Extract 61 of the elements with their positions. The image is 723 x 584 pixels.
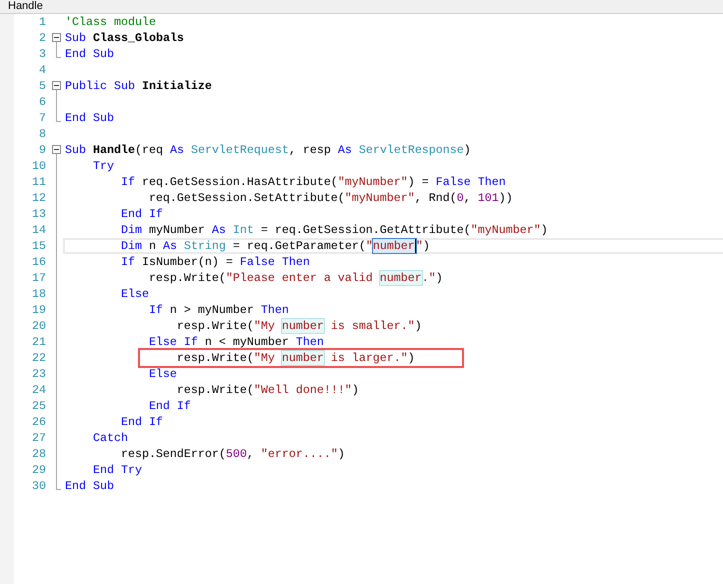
code-line: req.GetSession.SetAttribute("myNumber", Rnd(0, 101)): [148, 190, 513, 206]
code-line: End If: [148, 398, 191, 414]
line-number: 19: [31, 303, 46, 317]
code-line: If n > myNumber Then: [148, 302, 289, 318]
line-number: 14: [31, 223, 46, 237]
code-line: Sub Handle(req As ServletRequest, resp As ServletResponse): [65, 142, 471, 158]
collapse-icon[interactable]: [52, 33, 61, 42]
code-line: If IsNumber(n) = False Then: [120, 254, 310, 270]
code-line: Sub Class_Globals: [65, 30, 184, 46]
line-number: 30: [31, 479, 46, 493]
line-number: 4: [38, 63, 46, 77]
line-number: 11: [31, 175, 46, 189]
line-number: 7: [38, 111, 46, 125]
line-number: 28: [31, 447, 46, 461]
line-number: 29: [31, 463, 46, 477]
line-number: 12: [31, 191, 46, 205]
line-number: 25: [31, 399, 46, 413]
line-number: 6: [38, 95, 46, 109]
collapse-icon[interactable]: [52, 145, 61, 154]
line-number: 23: [31, 367, 46, 381]
line-number: 1: [38, 15, 46, 29]
document-title: Handle: [8, 0, 44, 13]
collapse-icon[interactable]: [52, 81, 61, 90]
line-number: 26: [31, 415, 46, 429]
code-line: 'Class module: [65, 14, 156, 30]
line-number: 3: [38, 47, 46, 61]
code-line: Catch: [92, 430, 128, 446]
code-line: Else: [148, 366, 177, 382]
line-number: 20: [31, 319, 46, 333]
line-number: 21: [31, 335, 46, 349]
code-line: Dim n As String = req.GetParameter("number"): [120, 240, 430, 252]
line-number: 9: [38, 143, 46, 157]
line-number: 10: [31, 159, 46, 173]
code-line: Try: [92, 158, 114, 174]
line-number: 13: [31, 207, 46, 221]
code-line: resp.SendError(500, "error...."): [120, 446, 345, 462]
code-line: End Sub: [65, 110, 114, 126]
code-line: End Sub: [65, 478, 114, 494]
line-number: 27: [31, 431, 46, 445]
line-number: 24: [31, 383, 46, 397]
line-number: 17: [31, 271, 46, 285]
line-number: 15: [31, 239, 46, 253]
code-line: End Sub: [65, 46, 114, 62]
code-line: If req.GetSession.HasAttribute("myNumber") = False Then: [120, 174, 506, 190]
line-number: 22: [31, 351, 46, 365]
code-line: Else If n < myNumber Then: [148, 334, 324, 350]
code-line: Public Sub Initialize: [65, 78, 212, 94]
code-line: End If: [120, 206, 163, 222]
code-line: resp.Write("Well done!!!"): [176, 382, 359, 398]
code-line: End If: [120, 414, 163, 430]
code-line: resp.Write("Please enter a valid number."): [148, 270, 443, 286]
code-line: Dim myNumber As Int = req.GetSession.GetAttribute("myNumber"): [120, 222, 548, 238]
line-number: 8: [38, 127, 46, 141]
code-line: resp.Write("My number is larger."): [176, 350, 415, 366]
line-number: 5: [38, 79, 46, 93]
line-number: 2: [38, 31, 46, 45]
line-number: 18: [31, 287, 46, 301]
code-line: resp.Write("My number is smaller."): [176, 318, 422, 334]
code-line: End Try: [92, 462, 142, 478]
line-number: 16: [31, 255, 46, 269]
code-line: Else: [120, 286, 149, 302]
